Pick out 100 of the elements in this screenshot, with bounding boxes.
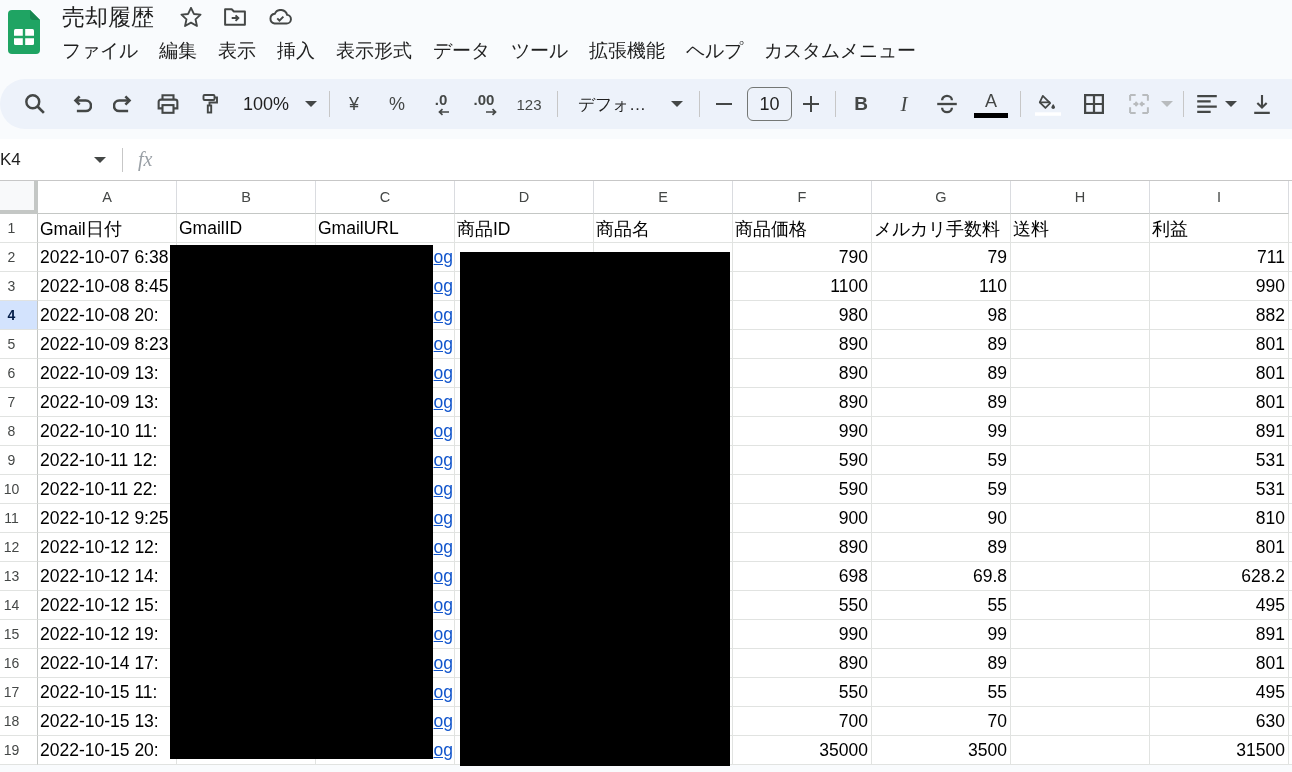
table-cell: GmailID — [179, 218, 243, 239]
menu-item[interactable]: 挿入 — [277, 38, 315, 64]
table-cell: 698 — [838, 566, 868, 587]
menu-item[interactable]: データ — [433, 38, 490, 64]
document-title[interactable]: 売却履歴 — [62, 2, 154, 32]
folder-icon[interactable] — [224, 7, 246, 27]
menu-item[interactable]: カスタムメニュー — [764, 38, 916, 64]
plus-icon[interactable] — [802, 95, 821, 113]
table-cell: 69.8 — [972, 566, 1007, 587]
table-cell: 550 — [838, 682, 868, 703]
column-header[interactable]: C — [379, 189, 391, 205]
align-left-icon[interactable] — [1196, 94, 1219, 114]
increase-decimal-button[interactable]: .00 — [468, 92, 501, 116]
table-cell: GmailURL — [318, 218, 399, 239]
borders-icon[interactable] — [1083, 94, 1106, 114]
table-cell: 1100 — [830, 276, 868, 297]
decrease-decimal-button[interactable]: .0 — [426, 92, 457, 116]
bold-button[interactable]: B — [850, 93, 873, 115]
percent-button[interactable]: % — [384, 93, 411, 115]
column-header[interactable]: E — [658, 189, 668, 205]
menu-item[interactable]: 表示形式 — [336, 38, 412, 64]
link[interactable]: og — [433, 566, 453, 587]
table-cell: 890 — [838, 392, 868, 413]
number-format-button[interactable]: 123 — [514, 95, 545, 113]
column-header[interactable]: B — [241, 189, 251, 205]
link[interactable]: og — [433, 450, 453, 471]
link[interactable]: og — [433, 421, 453, 442]
currency-button[interactable]: ¥ — [341, 93, 368, 115]
link[interactable]: og — [433, 508, 453, 529]
link[interactable]: og — [433, 624, 453, 645]
link[interactable]: og — [433, 247, 453, 268]
table-cell: 801 — [1255, 653, 1285, 674]
table-cell: 590 — [838, 479, 868, 500]
table-cell: 531 — [1255, 450, 1285, 471]
column-header[interactable]: F — [797, 189, 807, 205]
link[interactable]: og — [433, 595, 453, 616]
table-cell: 89 — [987, 363, 1007, 384]
caret-icon — [671, 101, 684, 107]
cloud-check-icon[interactable] — [268, 9, 292, 25]
menu-item[interactable]: 表示 — [218, 38, 256, 64]
column-header[interactable]: D — [518, 189, 530, 205]
print-icon[interactable] — [157, 94, 179, 114]
menu-item[interactable]: 拡張機能 — [589, 38, 665, 64]
color-swatch-icon — [974, 112, 1009, 118]
search-icon[interactable] — [24, 94, 46, 114]
link[interactable]: og — [433, 392, 453, 413]
table-cell: 99 — [987, 624, 1007, 645]
link[interactable]: og — [433, 682, 453, 703]
fill-bucket-icon[interactable] — [1035, 92, 1062, 116]
link[interactable]: og — [433, 363, 453, 384]
table-cell: 801 — [1255, 537, 1285, 558]
table-cell: 2022-10-10 11: — [40, 421, 158, 442]
column-header[interactable]: I — [1217, 189, 1221, 205]
zoom-dropdown[interactable]: 100% — [243, 93, 318, 115]
link[interactable]: og — [433, 537, 453, 558]
name-box[interactable]: K4 — [0, 149, 106, 170]
table-cell: 2022-10-09 13: — [40, 363, 159, 384]
menu-item[interactable]: ファイル — [62, 38, 138, 64]
sheets-logo-icon[interactable] — [8, 10, 40, 54]
link[interactable]: og — [433, 479, 453, 500]
table-cell: 890 — [838, 537, 868, 558]
text-color-button[interactable]: A — [974, 90, 1009, 118]
table-cell: 2022-10-08 20: — [40, 305, 159, 326]
link[interactable]: og — [433, 711, 453, 732]
star-icon[interactable] — [180, 7, 202, 27]
table-cell: 89 — [987, 392, 1007, 413]
table-cell: 110 — [979, 276, 1007, 297]
caret-icon[interactable] — [1225, 101, 1238, 107]
table-cell-text: 商品価格 — [735, 217, 807, 241]
caret-icon — [305, 101, 318, 107]
menu-item[interactable]: 編集 — [159, 38, 197, 64]
table-cell: 55 — [987, 595, 1007, 616]
table-cell-text: Gmail日付 — [40, 217, 122, 241]
column-header[interactable]: H — [1074, 189, 1086, 205]
link[interactable]: og — [433, 305, 453, 326]
font-dropdown[interactable]: デフォ… — [578, 92, 684, 116]
table-cell: 2022-10-12 15: — [40, 595, 159, 616]
table-cell: 882 — [1255, 305, 1285, 326]
menu-item[interactable]: ツール — [511, 38, 568, 64]
table-cell: 2022-10-11 22: — [40, 479, 158, 500]
link[interactable]: og — [433, 276, 453, 297]
table-cell-text: 送料 — [1013, 217, 1049, 241]
italic-button[interactable]: I — [893, 91, 916, 117]
table-cell: 89 — [987, 653, 1007, 674]
column-header[interactable]: G — [935, 189, 947, 205]
menu-item[interactable]: ヘルプ — [686, 38, 743, 64]
font-size-field[interactable]: 10 — [747, 87, 793, 121]
link[interactable]: og — [433, 653, 453, 674]
arrow-right-icon — [485, 107, 498, 116]
row-header[interactable]: 4 — [0, 301, 38, 330]
table-cell: 630 — [1255, 711, 1285, 732]
table-cell: 89 — [987, 334, 1007, 355]
column-header[interactable]: A — [102, 189, 112, 205]
link[interactable]: og — [433, 740, 453, 761]
minus-icon[interactable] — [715, 103, 734, 105]
table-cell: 495 — [1255, 595, 1285, 616]
table-cell-text: 利益 — [1152, 217, 1188, 241]
link[interactable]: og — [433, 334, 453, 355]
table-cell: 891 — [1255, 421, 1285, 442]
strikethrough-icon[interactable] — [936, 94, 959, 114]
